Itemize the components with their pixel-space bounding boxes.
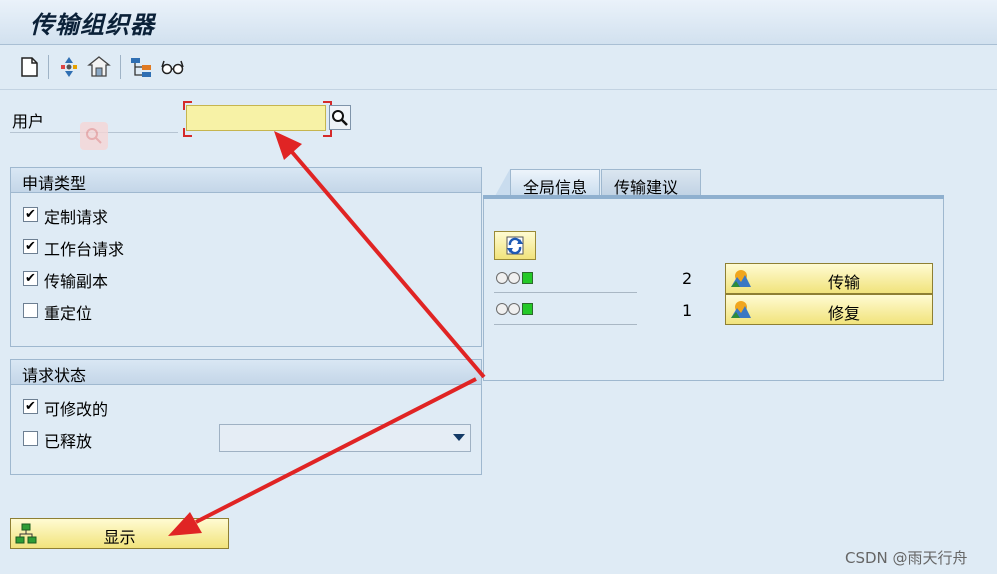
request-type-header: 申请类型 — [11, 168, 481, 193]
checkbox-label: 已释放 — [44, 432, 93, 451]
repair-button-label: 修复 — [827, 304, 860, 323]
transport-button-label: 传输 — [827, 273, 860, 292]
chevron-down-icon — [453, 434, 465, 441]
glasses-icon[interactable] — [160, 55, 184, 79]
refresh-button[interactable] — [494, 231, 536, 260]
toolbar-separator — [48, 55, 49, 79]
checkbox-label: 传输副本 — [44, 272, 109, 291]
checkbox-label: 重定位 — [44, 304, 93, 323]
toolbar-separator — [120, 55, 121, 79]
checkbox-box[interactable]: ✔ — [23, 207, 38, 222]
checkbox-box[interactable] — [23, 303, 38, 318]
tab-transport-proposal[interactable]: 传输建议 — [601, 169, 701, 197]
display-button[interactable]: 显示 — [10, 518, 229, 549]
request-type-group: 申请类型 ✔ 定制请求 ✔ 工作台请求 ✔ 传输副本 重定位 — [10, 167, 482, 347]
organizer-icon[interactable] — [87, 55, 111, 79]
checkbox-box[interactable]: ✔ — [23, 239, 38, 254]
focus-marker — [183, 128, 192, 137]
traffic-light-icon — [496, 272, 536, 286]
repair-count: 1 — [682, 301, 693, 320]
request-status-group: 请求状态 ✔ 可修改的 已释放 — [10, 359, 482, 475]
checkbox-label: 工作台请求 — [44, 240, 125, 259]
title-bar: 传输组织器 — [0, 0, 997, 45]
user-search-button[interactable] — [329, 105, 351, 130]
user-field-label: 用户 — [12, 112, 45, 131]
repair-button[interactable]: 修复 — [725, 294, 933, 325]
annotation-arrowhead — [274, 131, 302, 160]
checkbox-label: 定制请求 — [44, 208, 109, 227]
search-icon — [332, 110, 348, 126]
watermark: CSDN @雨天行舟 — [845, 549, 968, 567]
new-document-icon[interactable] — [17, 55, 41, 79]
tab-panel-border — [483, 195, 944, 199]
hierarchy-icon[interactable] — [129, 55, 153, 79]
row-divider — [494, 292, 637, 293]
tab-global-info[interactable]: 全局信息 — [510, 169, 600, 197]
window-title: 传输组织器 — [30, 11, 155, 39]
release-date-dropdown[interactable] — [219, 424, 471, 452]
transport-icon[interactable] — [57, 55, 81, 79]
request-type-title: 申请类型 — [22, 174, 87, 193]
toolbar — [0, 45, 997, 90]
transport-count: 2 — [682, 269, 693, 288]
focus-marker — [183, 101, 192, 110]
request-status-title: 请求状态 — [22, 366, 87, 385]
transport-button[interactable]: 传输 — [725, 263, 933, 294]
request-status-header: 请求状态 — [11, 360, 481, 385]
tab-notch — [495, 169, 510, 196]
checkbox-label: 可修改的 — [44, 400, 109, 419]
row-divider — [494, 324, 637, 325]
checkbox-box[interactable]: ✔ — [23, 271, 38, 286]
user-input[interactable] — [186, 105, 326, 131]
traffic-light-icon — [496, 303, 536, 317]
checkbox-box[interactable]: ✔ — [23, 399, 38, 414]
refresh-icon — [506, 236, 524, 255]
display-button-label: 显示 — [103, 528, 136, 547]
checkbox-box[interactable] — [23, 431, 38, 446]
search-hint-icon — [80, 122, 108, 150]
